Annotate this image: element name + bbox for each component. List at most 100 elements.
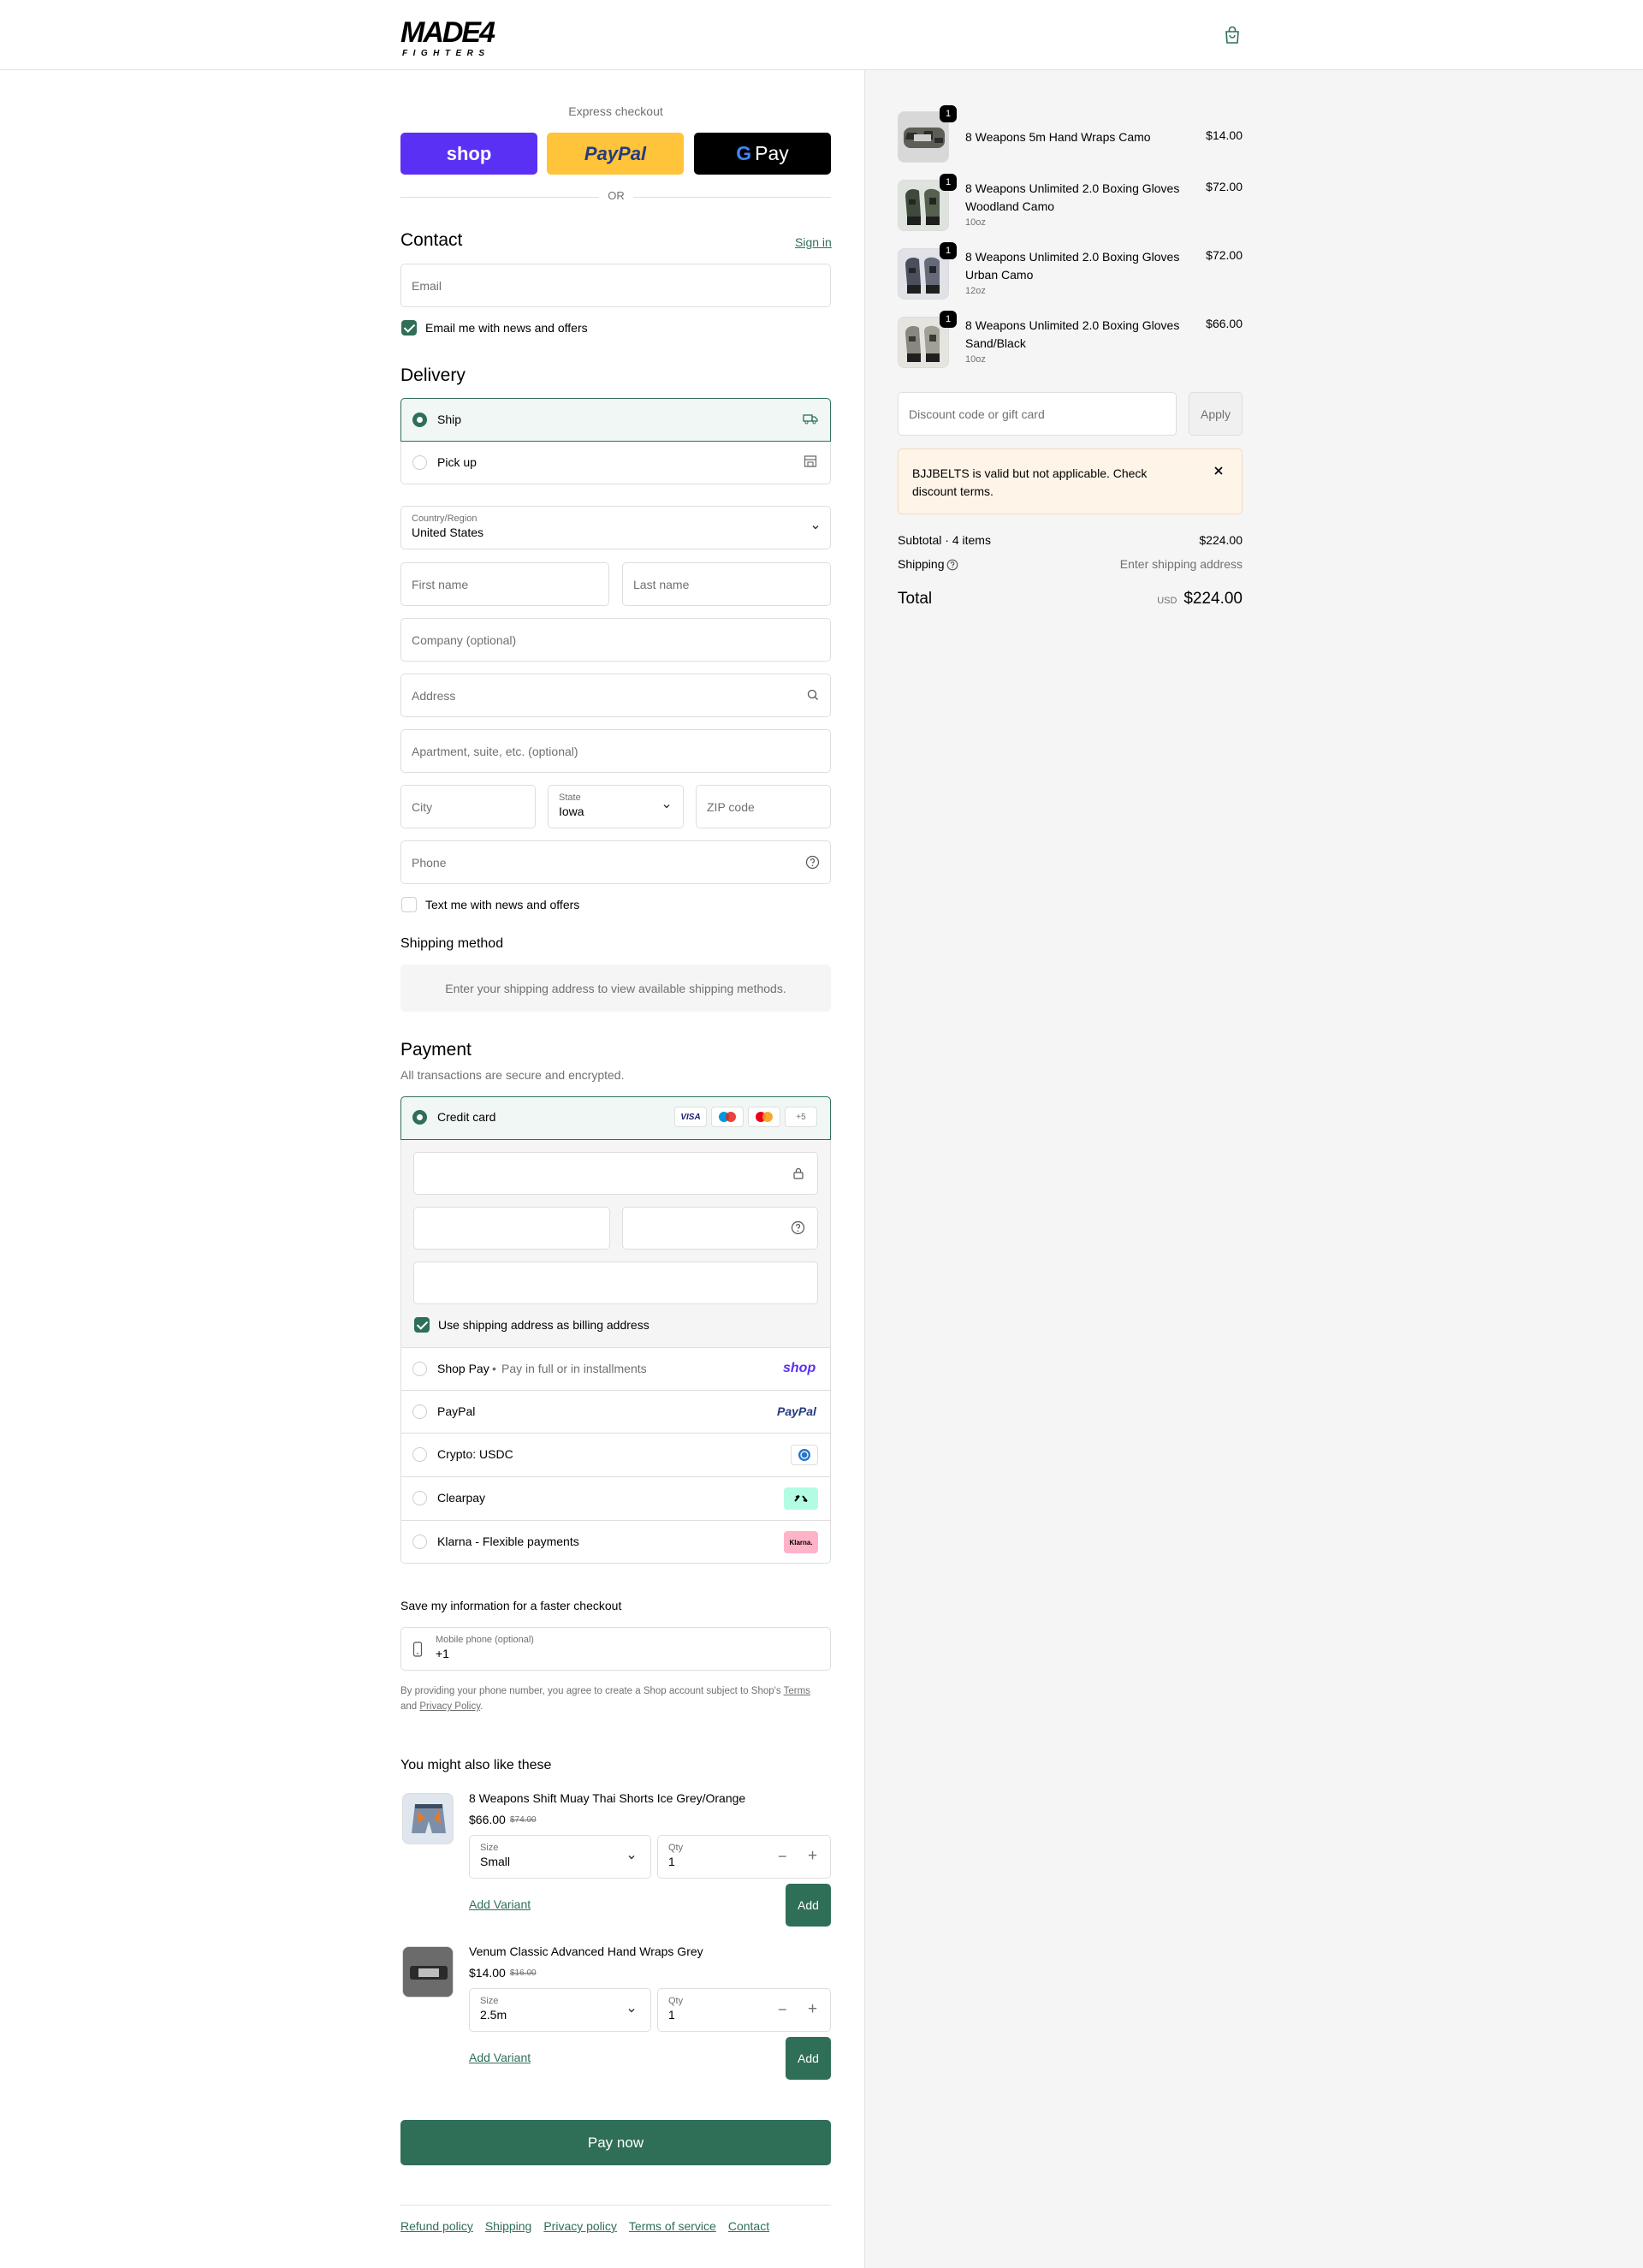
phone-field[interactable]: Phone [400, 840, 831, 884]
add-button[interactable]: Add [786, 2037, 831, 2080]
google-g-icon: G [736, 142, 752, 164]
crypto-radio[interactable] [412, 1447, 427, 1462]
quantity-badge: 1 [940, 105, 957, 122]
total-value: $224.00 [1183, 590, 1243, 608]
klarna-option[interactable]: Klarna - Flexible payments Klarna. [400, 1520, 831, 1564]
maestro-icon [711, 1107, 744, 1127]
pickup-radio[interactable] [412, 455, 427, 470]
size-label: Size [480, 1996, 499, 2006]
upsell-item-compare-price: $74.00 [510, 1815, 537, 1825]
privacy-policy-link[interactable]: Privacy Policy [419, 1701, 480, 1712]
apartment-field[interactable]: Apartment, suite, etc. (optional) [400, 729, 831, 773]
minus-icon[interactable]: − [778, 2001, 787, 2019]
qty-stepper[interactable]: Qty 1 − + [657, 1988, 831, 2032]
shop-pay-option[interactable]: Shop Pay • Pay in full or in installment… [400, 1347, 831, 1391]
name-on-card-field[interactable] [413, 1262, 818, 1304]
billing-address-label: Use shipping address as billing address [438, 1318, 649, 1332]
zip-field[interactable]: ZIP code [696, 785, 831, 828]
size-select[interactable]: Size Small [469, 1835, 651, 1879]
more-cards-label: +5 [796, 1112, 806, 1122]
email-placeholder: Email [412, 278, 442, 293]
pay-now-button[interactable]: Pay now [400, 2120, 831, 2165]
add-button[interactable]: Add [786, 1884, 831, 1927]
hand-wraps-thumbnail[interactable] [402, 1946, 454, 1998]
add-variant-link[interactable]: Add Variant [469, 2051, 531, 2064]
upsell-item: Venum Classic Advanced Hand Wraps Grey $… [400, 1944, 831, 2081]
email-news-label: Email me with news and offers [425, 321, 588, 335]
shop-pay-radio[interactable] [412, 1362, 427, 1376]
upsell-item-name: Venum Classic Advanced Hand Wraps Grey [469, 1944, 703, 1958]
chevron-down-icon [810, 521, 821, 535]
klarna-radio[interactable] [412, 1535, 427, 1549]
close-icon[interactable] [1213, 465, 1225, 479]
help-icon[interactable] [805, 855, 820, 872]
crypto-option[interactable]: Crypto: USDC [400, 1433, 831, 1476]
contact-link[interactable]: Contact [728, 2219, 769, 2233]
upsell-item: 8 Weapons Shift Muay Thai Shorts Ice Gre… [400, 1791, 831, 1928]
shopping-bag-icon[interactable] [1224, 26, 1241, 45]
country-value: United States [412, 525, 484, 539]
mobile-phone-value: +1 [436, 1647, 449, 1660]
text-news-checkbox[interactable] [401, 897, 417, 912]
apply-button[interactable]: Apply [1189, 392, 1243, 436]
sign-in-link[interactable]: Sign in [795, 235, 832, 249]
first-name-field[interactable]: First name [400, 562, 609, 606]
terms-link[interactable]: Terms [784, 1686, 810, 1696]
address-field[interactable]: Address [400, 674, 831, 717]
mobile-phone-icon [412, 1642, 423, 1659]
google-pay-button[interactable]: G Pay [694, 133, 831, 175]
paypal-logo: PayPal [777, 1404, 816, 1418]
email-news-checkbox[interactable] [401, 320, 417, 335]
klarna-label: Klarna - Flexible payments [437, 1535, 579, 1548]
shop-pay-button[interactable]: shop [400, 133, 537, 175]
line-item-name: 8 Weapons Unlimited 2.0 Boxing Gloves Sa… [965, 318, 1180, 350]
chevron-down-icon [661, 800, 672, 814]
minus-icon[interactable]: − [778, 1848, 787, 1866]
clearpay-radio[interactable] [412, 1491, 427, 1505]
chevron-down-icon [626, 2004, 637, 2018]
shorts-thumbnail[interactable] [402, 1793, 454, 1844]
shipping-label: Shipping [898, 557, 945, 571]
ship-radio[interactable] [412, 413, 427, 427]
plus-icon[interactable]: + [808, 2000, 817, 2019]
size-select[interactable]: Size 2.5m [469, 1988, 651, 2032]
help-icon[interactable] [946, 559, 958, 573]
line-item-price: $72.00 [1206, 180, 1243, 193]
refund-policy-link[interactable]: Refund policy [400, 2219, 473, 2233]
expiry-field[interactable] [413, 1207, 610, 1250]
company-field[interactable]: Company (optional) [400, 618, 831, 662]
state-select[interactable]: State Iowa [548, 785, 684, 828]
security-code-field[interactable] [622, 1207, 818, 1250]
billing-address-checkbox[interactable] [414, 1317, 430, 1333]
discount-code-field[interactable]: Discount code or gift card [898, 392, 1177, 436]
paypal-radio[interactable] [412, 1404, 427, 1419]
currency-code: USD [1157, 596, 1177, 606]
privacy-policy-link[interactable]: Privacy policy [543, 2219, 617, 2233]
made4fighters-logo[interactable]: MADE4 FIGHTERS [400, 17, 555, 58]
card-number-field[interactable] [413, 1152, 818, 1195]
quantity-badge: 1 [940, 174, 957, 191]
email-field[interactable]: Email [400, 264, 831, 307]
country-select[interactable]: Country/Region United States [400, 506, 831, 549]
city-placeholder: City [412, 799, 433, 814]
clearpay-option[interactable]: Clearpay [400, 1476, 831, 1520]
line-item: 1 8 Weapons 5m Hand Wraps Camo $14.00 [898, 105, 1243, 163]
shipping-value: Enter shipping address [1119, 557, 1243, 571]
paypal-button[interactable]: PayPal [547, 133, 684, 175]
terms-of-service-link[interactable]: Terms of service [629, 2219, 716, 2233]
google-pay-label: Pay [755, 142, 789, 164]
last-name-field[interactable]: Last name [622, 562, 831, 606]
city-field[interactable]: City [400, 785, 536, 828]
mobile-phone-field[interactable]: Mobile phone (optional) +1 [400, 1627, 831, 1671]
plus-icon[interactable]: + [808, 1847, 817, 1866]
paypal-option[interactable]: PayPal PayPal [400, 1390, 831, 1434]
line-item-price: $72.00 [1206, 248, 1243, 262]
qty-stepper[interactable]: Qty 1 − + [657, 1835, 831, 1879]
shipping-link[interactable]: Shipping [485, 2219, 532, 2233]
legal-and: and [400, 1701, 418, 1712]
ship-option[interactable] [400, 398, 831, 442]
usdc-icon [791, 1445, 818, 1465]
help-icon[interactable] [791, 1220, 805, 1238]
credit-card-radio[interactable] [412, 1110, 427, 1125]
add-variant-link[interactable]: Add Variant [469, 1897, 531, 1911]
